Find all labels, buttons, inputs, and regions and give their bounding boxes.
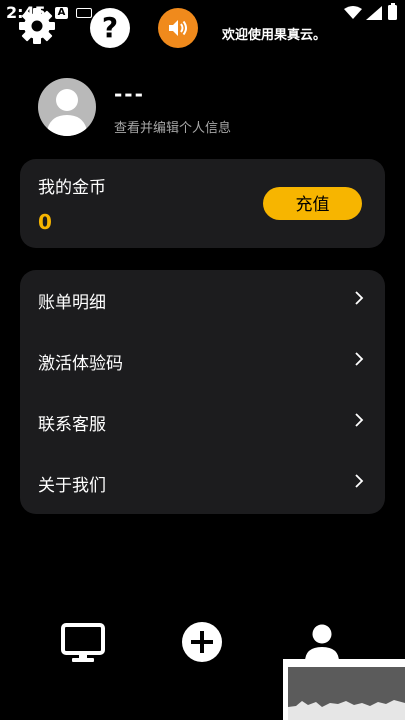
menu-item-label: 关于我们 (38, 476, 106, 496)
coins-card: 我的金币 0 充值 (20, 159, 385, 248)
coins-title: 我的金币 (38, 178, 106, 198)
help-icon[interactable]: ? (90, 8, 130, 48)
menu-item-label: 激活体验码 (38, 354, 123, 374)
add-icon[interactable] (182, 622, 222, 662)
menu-item-bill-details[interactable]: 账单明细 (20, 270, 385, 331)
profile-edit-hint[interactable]: 查看并编辑个人信息 (114, 117, 231, 136)
avatar[interactable] (38, 78, 96, 136)
thumbnail-graph-icon (288, 700, 405, 720)
monitor-icon[interactable] (60, 622, 106, 664)
top-icon-row: ? 欢迎使用果真云。 (0, 0, 405, 56)
plus-glyph-icon (191, 631, 213, 653)
chevron-right-icon (355, 352, 364, 366)
profile-name: --- (114, 82, 145, 106)
menu-item-label: 联系客服 (38, 415, 106, 435)
menu-item-label: 账单明细 (38, 293, 106, 313)
recharge-button[interactable]: 充值 (263, 187, 362, 220)
speaker-icon[interactable] (158, 8, 198, 48)
chevron-right-icon (355, 291, 364, 305)
default-avatar-icon (46, 89, 88, 136)
menu-item-about-us[interactable]: 关于我们 (20, 453, 385, 514)
menu-card: 账单明细 激活体验码 联系客服 关于我们 (20, 270, 385, 514)
profile-section[interactable]: --- 查看并编辑个人信息 (38, 78, 378, 138)
menu-item-contact-support[interactable]: 联系客服 (20, 392, 385, 453)
thumbnail-preview (288, 667, 405, 720)
chevron-right-icon (355, 413, 364, 427)
welcome-marquee: 欢迎使用果真云。 (222, 28, 327, 43)
gear-icon[interactable] (17, 6, 57, 46)
screenshot-thumbnail[interactable] (283, 659, 405, 720)
menu-item-activate-code[interactable]: 激活体验码 (20, 331, 385, 392)
speaker-glyph-icon (169, 20, 187, 36)
chevron-right-icon (355, 474, 364, 488)
coins-value: 0 (38, 210, 52, 234)
